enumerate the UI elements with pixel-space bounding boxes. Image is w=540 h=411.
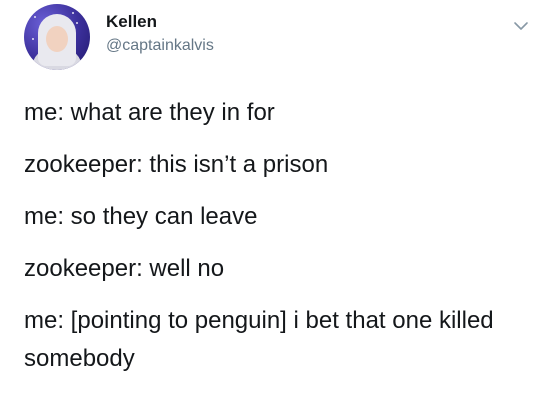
tweet-text: me: what are they in for zookeeper: this… (24, 94, 524, 378)
tweet-line: me: [pointing to penguin] i bet that one… (24, 307, 494, 372)
avatar-star (34, 16, 36, 18)
avatar-star (76, 22, 78, 24)
tweet-line: me: so they can leave (24, 203, 258, 230)
avatar-face (46, 26, 68, 52)
tweet-line: zookeeper: well no (24, 255, 225, 282)
tweet-line: zookeeper: this isn’t a prison (24, 151, 329, 178)
display-name[interactable]: Kellen (106, 12, 157, 32)
chevron-down-icon[interactable] (512, 17, 530, 35)
user-handle[interactable]: @captainkalvis (106, 37, 214, 55)
tweet-header: Kellen @captainkalvis (24, 0, 534, 78)
avatar-star (72, 12, 74, 14)
tweet-line: me: what are they in for (24, 99, 275, 126)
avatar[interactable] (24, 4, 90, 70)
avatar-star (32, 38, 34, 40)
